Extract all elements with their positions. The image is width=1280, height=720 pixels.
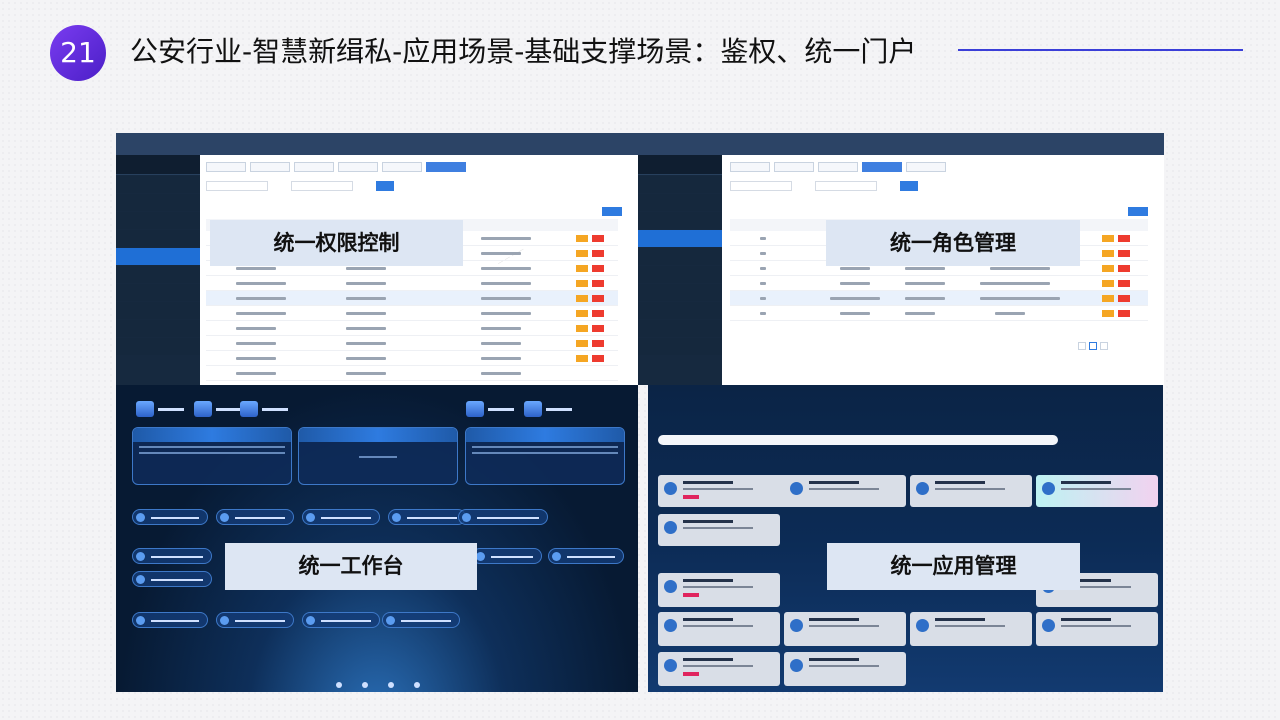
- nav-icon[interactable]: [466, 401, 484, 417]
- service-shortcut[interactable]: [382, 612, 460, 628]
- nav-icon[interactable]: [194, 401, 212, 417]
- nav-icon[interactable]: [524, 401, 542, 417]
- add-button[interactable]: [602, 207, 622, 216]
- workbench-portal-screenshot: [116, 385, 638, 692]
- app-search-input[interactable]: [658, 435, 1058, 445]
- nav-icon[interactable]: [240, 401, 258, 417]
- filter-input[interactable]: [291, 180, 354, 191]
- service-shortcut[interactable]: [132, 612, 208, 628]
- warning-card[interactable]: [298, 427, 458, 485]
- label-workbench: 统一工作台: [225, 543, 477, 590]
- platform-shortcut[interactable]: [216, 509, 294, 525]
- label-permission-control: 统一权限控制: [210, 220, 463, 266]
- title-divider: [958, 49, 1243, 51]
- admin-sidebar: [116, 155, 200, 385]
- nav-icon[interactable]: [136, 401, 154, 417]
- app-tile[interactable]: [1036, 612, 1158, 646]
- label-app-management: 统一应用管理: [827, 543, 1080, 590]
- app-tile[interactable]: [784, 612, 906, 646]
- app-tile[interactable]: [1036, 475, 1158, 507]
- module-shortcut[interactable]: [548, 548, 624, 564]
- slide-number-badge: 21: [50, 25, 106, 81]
- platform-shortcut[interactable]: [132, 509, 208, 525]
- footer-icon[interactable]: [362, 682, 368, 688]
- platform-shortcut[interactable]: [388, 509, 466, 525]
- notice-card[interactable]: [465, 427, 625, 485]
- app-tile[interactable]: [658, 475, 800, 507]
- admin-filter-bar: [206, 175, 395, 197]
- pagination[interactable]: [1078, 335, 1111, 350]
- app-management-screenshot: [648, 385, 1163, 692]
- sidebar-item-active[interactable]: [116, 248, 200, 265]
- admin-topbar: [638, 133, 1164, 155]
- admin-topbar: [116, 133, 638, 155]
- app-tile[interactable]: [910, 612, 1032, 646]
- admin-tabs: [206, 157, 470, 172]
- service-shortcut[interactable]: [216, 612, 294, 628]
- sidebar-item-active[interactable]: [638, 230, 722, 247]
- add-button[interactable]: [1128, 207, 1148, 216]
- admin-tabs: [730, 157, 950, 172]
- app-tile[interactable]: [784, 652, 906, 686]
- admin-filter-bar: [730, 175, 919, 197]
- module-shortcut[interactable]: [472, 548, 542, 564]
- footer-icon[interactable]: [414, 682, 420, 688]
- filter-input[interactable]: [815, 180, 878, 191]
- todo-card[interactable]: [132, 427, 292, 485]
- platform-shortcut[interactable]: [302, 509, 380, 525]
- app-tile[interactable]: [658, 514, 780, 546]
- search-button[interactable]: [376, 180, 395, 191]
- search-button[interactable]: [900, 180, 919, 191]
- module-shortcut[interactable]: [132, 571, 212, 587]
- slide-title: 公安行业-智慧新缉私-应用场景-基础支撑场景：鉴权、统一门户: [130, 35, 917, 68]
- app-tile[interactable]: [910, 475, 1032, 507]
- footer-icon[interactable]: [336, 682, 342, 688]
- filter-input[interactable]: [730, 180, 792, 191]
- platform-shortcut[interactable]: [458, 509, 548, 525]
- filter-input[interactable]: [206, 180, 268, 191]
- app-tile[interactable]: [658, 573, 780, 607]
- app-tile[interactable]: [658, 652, 780, 686]
- service-shortcut[interactable]: [302, 612, 380, 628]
- app-tile[interactable]: [784, 475, 906, 507]
- footer-icon[interactable]: [388, 682, 394, 688]
- label-role-management: 统一角色管理: [826, 220, 1080, 266]
- app-tile[interactable]: [658, 612, 780, 646]
- module-shortcut[interactable]: [132, 548, 212, 564]
- admin-sidebar: [638, 155, 722, 385]
